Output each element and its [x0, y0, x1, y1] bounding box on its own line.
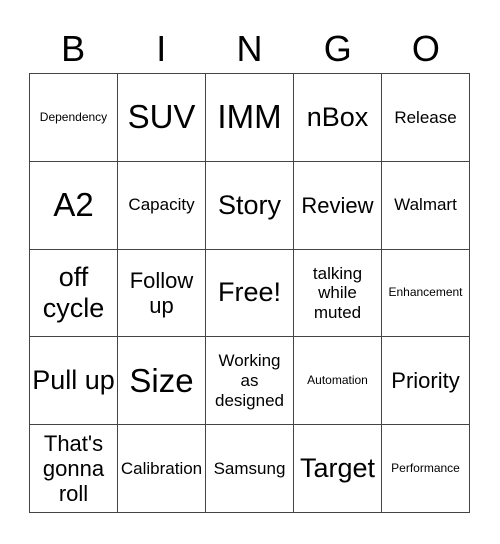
bingo-cell[interactable]: That's gonna roll: [30, 425, 118, 513]
bingo-cell[interactable]: IMM: [206, 74, 294, 162]
header-letter-i: I: [156, 28, 167, 69]
bingo-cell[interactable]: nBox: [294, 74, 382, 162]
bingo-header: B I N G O: [29, 26, 470, 72]
bingo-cell[interactable]: Samsung: [206, 425, 294, 513]
bingo-cell[interactable]: Follow up: [118, 249, 206, 338]
bingo-cell[interactable]: Working as designed: [206, 337, 294, 426]
bingo-cell[interactable]: Story: [206, 161, 294, 250]
bingo-cell[interactable]: A2: [30, 161, 118, 250]
bingo-cell[interactable]: Size: [118, 337, 206, 426]
header-letter-b: B: [61, 28, 86, 69]
bingo-cell[interactable]: Automation: [294, 337, 382, 426]
bingo-cell[interactable]: Review: [294, 161, 382, 250]
bingo-cell[interactable]: Release: [382, 74, 470, 162]
bingo-cell[interactable]: Priority: [382, 337, 470, 426]
bingo-cell[interactable]: Pull up: [30, 337, 118, 426]
bingo-cell[interactable]: Dependency: [30, 74, 118, 162]
bingo-cell[interactable]: talking while muted: [294, 249, 382, 338]
header-letter-o: O: [411, 28, 440, 69]
bingo-cell[interactable]: off cycle: [30, 249, 118, 338]
header-letter-n: N: [236, 28, 263, 69]
bingo-card-grid: Dependency SUV IMM nBox Release A2 Capacity Sto…: [29, 73, 470, 513]
bingo-cell[interactable]: Capacity: [118, 161, 206, 250]
bingo-cell[interactable]: Enhancement: [382, 249, 470, 338]
bingo-cell[interactable]: SUV: [118, 74, 206, 162]
bingo-cell[interactable]: Walmart: [382, 161, 470, 250]
bingo-cell[interactable]: Performance: [382, 425, 470, 513]
bingo-cell[interactable]: Calibration: [118, 425, 206, 513]
bingo-cell[interactable]: Free!: [206, 249, 294, 338]
header-letter-g: G: [323, 28, 352, 69]
bingo-cell[interactable]: Target: [294, 425, 382, 513]
